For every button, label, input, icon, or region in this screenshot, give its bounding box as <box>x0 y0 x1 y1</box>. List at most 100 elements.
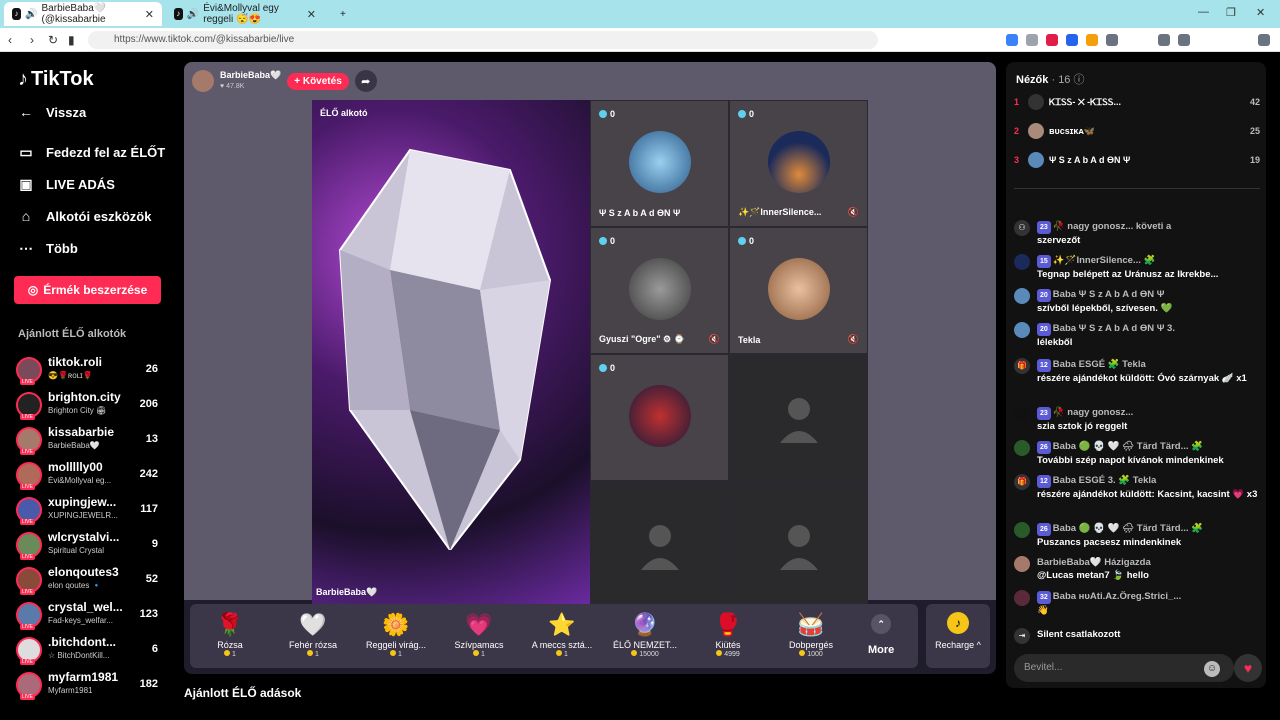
gift-knockout[interactable]: 🥊 Kiütés 4999 <box>688 610 768 658</box>
coin-icon <box>799 650 806 656</box>
tab-title: BarbieBaba🤍 (@kissabarbie <box>41 3 107 25</box>
tiktok-logo[interactable]: ♪ TikTok <box>18 68 94 91</box>
creator-item[interactable]: LIVE crystal_wel... Fad-keys_welfar... 123 <box>16 599 166 633</box>
top-viewer-row[interactable]: 3 Ψ S z A b A d ӨN Ψ 19 <box>1014 150 1260 170</box>
emoji-icon[interactable]: ☺ <box>1204 661 1220 677</box>
logo-text: TikTok <box>31 68 94 90</box>
avatar: LIVE <box>16 672 42 700</box>
close-tab-icon[interactable]: ✕ <box>307 8 316 21</box>
tab-kissabarbie[interactable]: ♪ 🔊 BarbieBaba🤍 (@kissabarbie ✕ <box>4 2 162 26</box>
creator-sub: Fad-keys_welfar... <box>48 616 113 625</box>
menu-icon[interactable] <box>1258 34 1270 46</box>
creator-item[interactable]: LIVE elonqoutes3 elon qoutes 🔹 52 <box>16 564 166 598</box>
menu-explore-live[interactable]: ▭ Fedezd fel az ÉLŐT <box>18 144 165 161</box>
gift-rose[interactable]: 🌹 Rózsa 1 <box>190 610 270 658</box>
creator-item[interactable]: LIVE .bitchdont... ☆ BitchDontKill... 6 <box>16 634 166 668</box>
guest-cell[interactable]: 0 Tekla 🔇 <box>729 227 868 354</box>
extension-icon[interactable] <box>1026 34 1038 46</box>
gift-white-rose[interactable]: 🤍 Fehér rózsa 1 <box>273 610 353 658</box>
close-tab-icon[interactable]: ✕ <box>145 8 154 21</box>
minimize-icon[interactable]: — <box>1198 6 1209 18</box>
creator-item[interactable]: LIVE mollllly00 Évi&Mollyval eg... 242 <box>16 459 166 493</box>
sender-name: Baba Ψ S z A b A d ӨN Ψ 3. <box>1052 323 1175 334</box>
reload-icon[interactable]: ↻ <box>48 33 58 47</box>
chat-message[interactable]: 15 ✨🪄InnerSilence... 🧩 Tegnap belépett az … <box>1014 254 1260 281</box>
guest-cell[interactable]: 0 Ψ S z A b A d ӨN Ψ <box>590 100 729 227</box>
gift-live-nation[interactable]: 🔮 ÉLŐ NEMZET... 15000 <box>605 610 685 658</box>
url-field[interactable]: https://www.tiktok.com/@kissabarbie/live <box>88 31 878 49</box>
gift-heart-puff[interactable]: 💗 Szívpamacs 1 <box>439 610 519 658</box>
creator-name: kissabarbie <box>48 425 115 439</box>
sidebar-icon[interactable] <box>1178 34 1190 46</box>
chat-message[interactable]: 23 🥀 nagy gonosz... szia sztok jó reggelt <box>1014 406 1260 433</box>
message-header: BarbieBaba🤍 Házigazda <box>1014 556 1260 569</box>
message-text: További szép napot kívánok mindenkinek <box>1037 455 1224 466</box>
chat-message[interactable]: 32 Baba нᴜAti.Az.Öreg.Strici_... 👋 <box>1014 590 1260 617</box>
empty-guest-slot[interactable] <box>729 354 868 481</box>
message-text: szívből lépekből, szívesen. 💚 <box>1037 303 1173 314</box>
gift-drumroll[interactable]: 🥁 Dobpergés 1000 <box>771 610 851 658</box>
camera-icon: ▣ <box>19 176 33 192</box>
chat-input[interactable]: Bevitel... <box>1014 654 1234 682</box>
top-viewer-row[interactable]: 2 ʙᴜᴄsɪᴋᴀ🦋 25 <box>1014 121 1260 141</box>
more-gifts-button[interactable]: ⌃ More <box>868 614 894 656</box>
creator-item[interactable]: LIVE myfarm1981 Myfarm1981 182 <box>16 669 166 703</box>
empty-guest-slot[interactable] <box>590 481 729 608</box>
creator-item[interactable]: LIVE kissabarbie BarbieBaba🤍 13 <box>16 424 166 458</box>
chat-message[interactable]: 26 Baba 🟢 💀 🤍 🌧 Tärd Tärd... 🧩 Puszancs pa… <box>1014 522 1260 549</box>
forward-icon[interactable]: › <box>30 33 34 47</box>
tab-mollllly[interactable]: ♪ 🔊 Évi&Mollyval egy reggeli 😴😍 ✕ <box>166 2 324 26</box>
extension-icon[interactable] <box>1106 34 1118 46</box>
recharge-button[interactable]: ♪ Recharge ^ <box>926 604 990 668</box>
recharge-label: Recharge ^ <box>935 640 981 650</box>
coin-icon <box>307 650 314 656</box>
chat-panel: Nézők · 16 ⓘ 1 ᏦᏆᏚᏚ- ✕ -ᏦᏆᏚᏚ... 42 2 ʙᴜᴄsɪᴋ… <box>1006 62 1266 688</box>
bookmark-icon[interactable]: ▮ <box>68 33 75 47</box>
chat-message[interactable]: 🎁 12 Baba ESGÉ 🧩 Tekla részére ajándékot kü… <box>1014 358 1260 385</box>
back-link[interactable]: ← Vissza <box>18 104 86 120</box>
message-text: Puszancs pacsesz mindenkinek <box>1037 537 1182 548</box>
extension-icon[interactable] <box>1006 34 1018 46</box>
creator-item[interactable]: LIVE tiktok.roli 😎🌹ʀᴏʟɪ🌹 26 <box>16 354 166 388</box>
share-icon[interactable]: ➦ <box>354 70 377 92</box>
extension-icon[interactable] <box>1046 34 1058 46</box>
close-window-icon[interactable]: ✕ <box>1256 6 1265 19</box>
get-coins-button[interactable]: ◎ Érmék beszerzése <box>14 276 161 304</box>
main-video[interactable]: ÉLŐ alkotó BarbieBaba🤍 <box>312 100 590 604</box>
new-tab-button[interactable]: + <box>332 2 354 26</box>
guest-cell[interactable]: 0 Gyuszi "Ogre" ⚙ ⌚ 🔇 <box>590 227 729 354</box>
back-icon[interactable]: ‹ <box>8 33 12 47</box>
download-icon[interactable] <box>1158 34 1170 46</box>
chat-message[interactable]: 🎁 12 Baba ESGÉ 3. 🧩 Tekla részére ajándékot… <box>1014 474 1260 501</box>
coin-icon <box>556 650 563 656</box>
menu-live[interactable]: ▣ LIVE ADÁS <box>18 176 114 193</box>
chat-message[interactable]: 20 Baba Ψ S z A b A d ӨN Ψszívből lépekbő… <box>1014 288 1260 315</box>
creator-item[interactable]: LIVE xupingjew... XUPINGJEWELR... 117 <box>16 494 166 528</box>
guest-cell[interactable]: 0 <box>590 354 729 481</box>
menu-creator-tools[interactable]: ⌂ Alkotói eszközök <box>18 208 152 224</box>
guest-cell[interactable]: 0 ✨🪄InnerSilence... 🔇 <box>729 100 868 227</box>
extension-icon[interactable] <box>1086 34 1098 46</box>
extension-icon[interactable] <box>1066 34 1078 46</box>
coin-icon <box>631 650 638 656</box>
creator-item[interactable]: LIVE brighton.city Brighton City 🏟 206 <box>16 389 166 423</box>
viewers-header[interactable]: Nézők · 16 ⓘ <box>1016 71 1085 87</box>
chat-message[interactable]: 20 Baba Ψ S z A b A d ӨN Ψ 3. lélekből <box>1014 322 1260 349</box>
host-avatar[interactable] <box>192 70 214 92</box>
gift-match-star[interactable]: ⭐ A meccs sztá... 1 <box>522 610 602 658</box>
menu-more[interactable]: ⋯ Több <box>18 240 78 257</box>
follow-button[interactable]: + Követés <box>287 72 349 90</box>
audio-icon: 🔊 <box>186 8 200 20</box>
chat-message[interactable]: BarbieBaba🤍 Házigazda @Lucas metan7 🍃 hel… <box>1014 556 1260 582</box>
info-icon[interactable]: ⓘ <box>1074 74 1085 86</box>
creator-item[interactable]: LIVE wlcrystalvi... Spiritual Crystal 9 <box>16 529 166 563</box>
top-viewer-row[interactable]: 1 ᏦᏆᏚᏚ- ✕ -ᏦᏆᏚᏚ... 42 <box>1014 92 1260 112</box>
chat-message[interactable]: ⚇ 23 🥀 nagy gonosz... követi a szervezőt <box>1014 220 1260 247</box>
chat-message[interactable]: 26 Baba 🟢 💀 🤍 🌧 Tärd Tärd... 🧩 További szé… <box>1014 440 1260 467</box>
empty-guest-slot[interactable] <box>729 481 868 608</box>
like-heart-icon[interactable]: ♥ <box>1234 654 1262 682</box>
maximize-icon[interactable]: ❐ <box>1226 6 1236 19</box>
gift-morning-flower[interactable]: 🌼 Reggeli virág... 1 <box>356 610 436 658</box>
host-name-block[interactable]: BarbieBaba🤍 ♥ 47.8K <box>220 70 281 92</box>
gift-name: Fehér rózsa <box>288 640 338 650</box>
